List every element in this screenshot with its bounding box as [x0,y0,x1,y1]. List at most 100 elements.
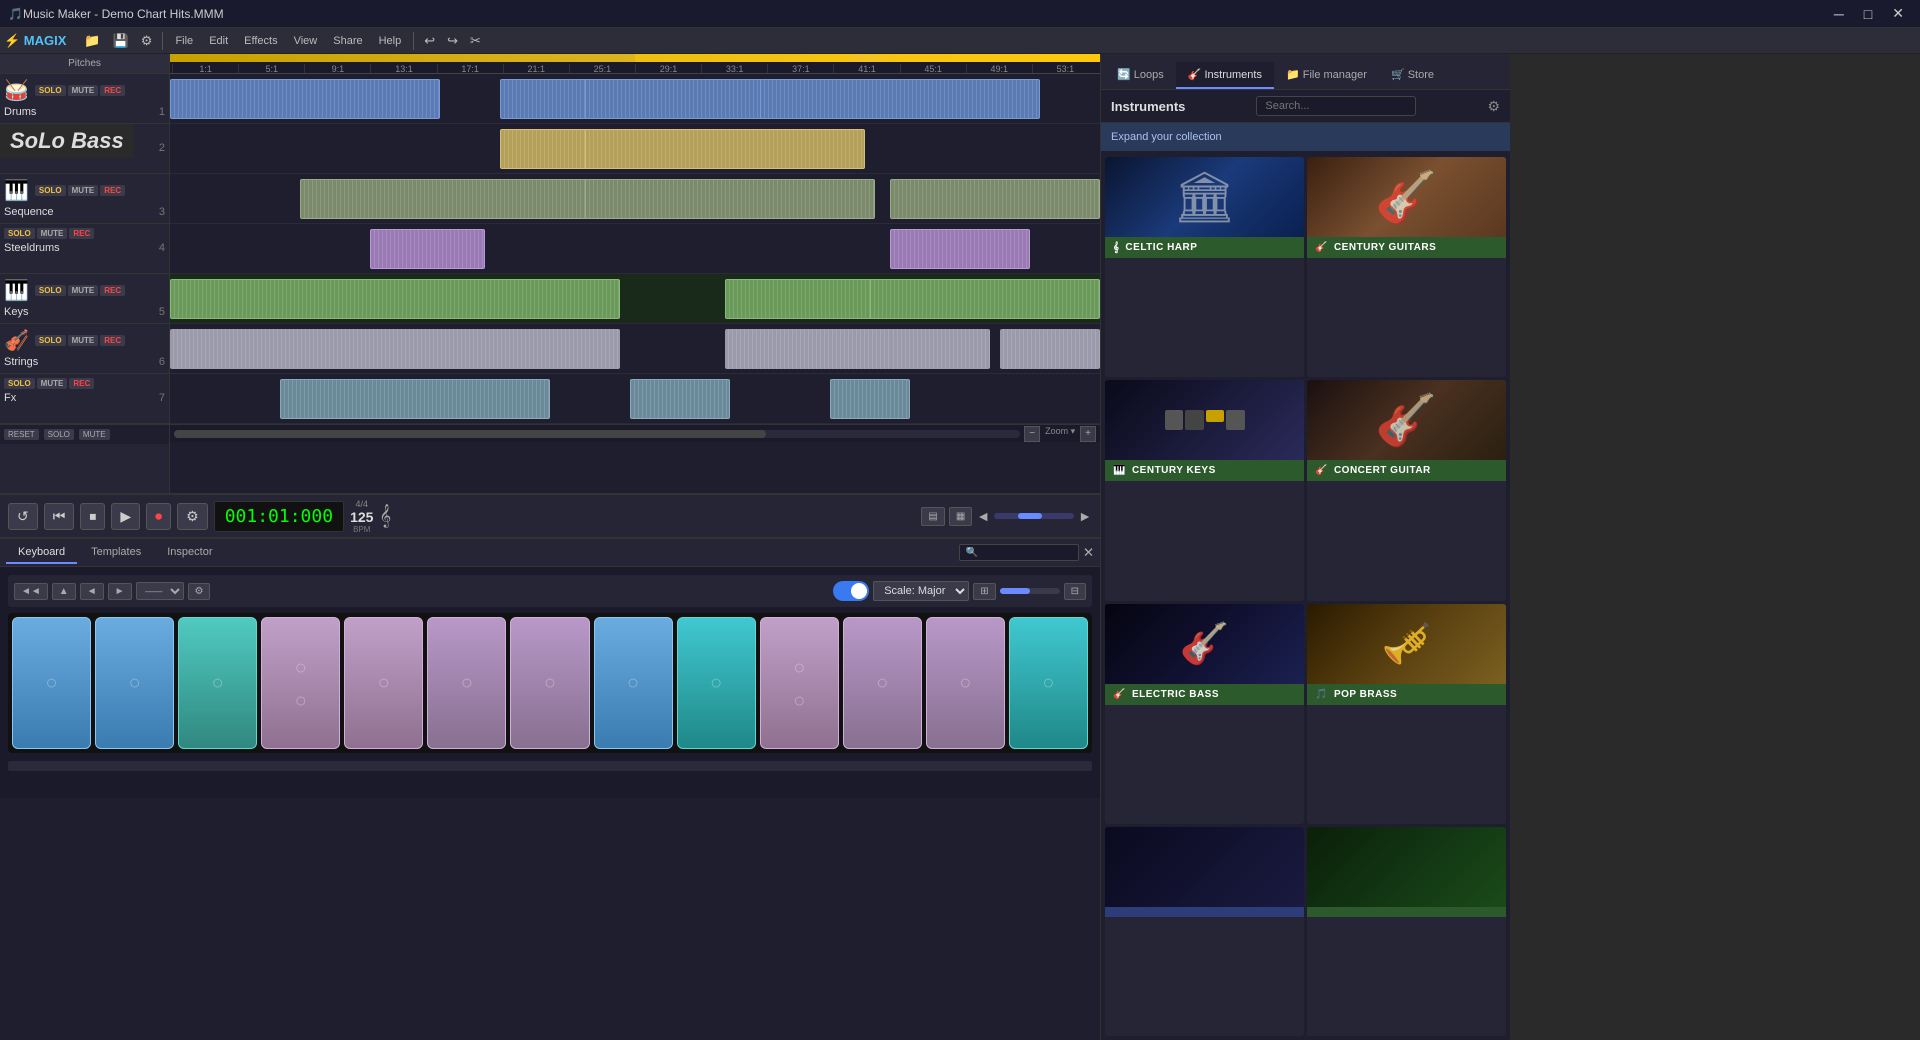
fx-mute-btn[interactable]: MUTE [37,378,68,389]
redo-button[interactable]: ↪ [441,31,464,51]
keyboard-close-btn[interactable]: ✕ [1083,545,1094,561]
tab-keyboard[interactable]: Keyboard [6,542,77,564]
pad-3[interactable] [178,617,257,749]
menu-effects[interactable]: Effects [236,32,285,50]
kb-up[interactable]: ▲ [52,583,76,600]
fx-clip-3[interactable] [830,379,910,419]
pad-13[interactable] [1009,617,1088,749]
search-input[interactable] [1256,96,1416,116]
strings-rec-btn[interactable]: REC [100,335,125,346]
scale-select[interactable]: Scale: Major [873,581,969,601]
seq-solo-btn[interactable]: SOLO [35,185,66,196]
pad-5[interactable] [344,617,423,749]
toolbar-settings[interactable]: ⚙ [135,31,159,51]
settings-btn[interactable]: ⚙ [177,503,208,530]
pad-12[interactable] [926,617,1005,749]
seq-clip-2[interactable] [585,179,875,219]
menu-help[interactable]: Help [371,32,410,50]
keys-rec-btn[interactable]: REC [100,285,125,296]
keyboard-scrollbar[interactable] [8,761,1092,771]
pad-10[interactable] [760,617,839,749]
steel-rec-btn[interactable]: REC [69,228,94,239]
pad-8[interactable] [594,617,673,749]
zoom-in-btn[interactable]: + [1080,426,1096,442]
minimize-button[interactable]: ─ [1826,3,1852,24]
steel-clip-1[interactable] [370,229,485,269]
panel-settings-icon[interactable]: ⚙ [1487,98,1500,115]
vol-fwd-btn[interactable]: ► [1078,508,1092,524]
kb-extra-btn[interactable]: ⊟ [1064,583,1086,600]
pad-2[interactable] [95,617,174,749]
bass-clip-2[interactable] [585,129,865,169]
fx-rec-btn[interactable]: REC [69,378,94,389]
pad-4[interactable] [261,617,340,749]
strings-clip-3[interactable] [890,329,990,369]
pad-11[interactable] [843,617,922,749]
drums-clip-1[interactable] [170,79,440,119]
zoom-out-btn[interactable]: − [1024,426,1040,442]
keys-clip-1[interactable] [170,279,620,319]
horizontal-scrollbar[interactable] [174,430,1020,438]
strings-solo-btn[interactable]: SOLO [35,335,66,346]
global-mute-btn[interactable]: MUTE [79,429,110,440]
close-button[interactable]: ✕ [1884,3,1912,24]
keyboard-search-input[interactable] [959,544,1079,561]
strings-clip-1[interactable] [170,329,620,369]
playback-slider[interactable] [994,513,1074,519]
metronome-btn[interactable]: 𝄞 [379,505,391,528]
vol-back-btn[interactable]: ◄ [976,508,990,524]
tab-templates[interactable]: Templates [79,542,153,564]
menu-view[interactable]: View [286,32,326,50]
keys-solo-btn[interactable]: SOLO [35,285,66,296]
cut-button[interactable]: ✂ [464,31,487,51]
global-solo-btn[interactable]: SOLO [44,429,74,440]
drums-rec-btn[interactable]: REC [100,85,125,96]
mixer-btn[interactable]: ▤ [921,507,944,526]
rewind-btn[interactable]: ⏮ [44,503,75,530]
toolbar-save[interactable]: 💾 [107,31,135,51]
tab-file-manager[interactable]: 📁 File manager [1274,62,1379,89]
keys-clip-3[interactable] [870,279,1100,319]
pad-6[interactable] [427,617,506,749]
kb-volume-slider[interactable] [1000,588,1060,594]
celtic-harp-card[interactable]: 🎵 🏛 𝄞 CELTIC HARP [1105,157,1304,377]
drums-clip-4[interactable] [760,79,1040,119]
tab-instruments[interactable]: 🎸 Instruments [1176,62,1274,89]
keys-mute-btn[interactable]: MUTE [68,285,99,296]
strings-clip-4[interactable] [1000,329,1100,369]
scrollbar-thumb[interactable] [174,430,766,438]
fx-clip-2[interactable] [630,379,730,419]
seq-mute-btn[interactable]: MUTE [68,185,99,196]
loop-toggle-btn[interactable]: ↺ [8,503,38,530]
kb-next[interactable]: ► [108,583,132,600]
electric-bass-card[interactable]: 🎸 🎸 ELECTRIC BASS [1105,604,1304,824]
video-btn[interactable]: ▦ [949,507,972,526]
fx-clip-1[interactable] [280,379,550,419]
seq-rec-btn[interactable]: REC [100,185,125,196]
seq-clip-1[interactable] [300,179,610,219]
pad-7[interactable] [510,617,589,749]
toolbar-open[interactable]: 📁 [78,31,106,51]
century-guitars-card[interactable]: 🎸 🎸 CENTURY GUITARS [1307,157,1506,377]
steel-clip-2[interactable] [890,229,1030,269]
menu-file[interactable]: File [167,32,201,50]
kb-preset-select[interactable]: —— [136,582,184,600]
menu-share[interactable]: Share [325,32,370,50]
tab-inspector[interactable]: Inspector [155,542,224,564]
steel-solo-btn[interactable]: SOLO [4,228,35,239]
stop-btn[interactable]: ⏹ [80,503,105,530]
menu-edit[interactable]: Edit [201,32,236,50]
pad-1[interactable] [12,617,91,749]
century-keys-card[interactable]: 🎹 CENTURY KEYS [1105,380,1304,600]
kb-prev-prev[interactable]: ◄◄ [14,583,48,600]
tab-store[interactable]: 🛒 Store [1379,62,1446,89]
record-btn[interactable]: ⏺ [146,503,171,530]
kb-prev[interactable]: ◄ [80,583,104,600]
mystery-card-2[interactable] [1307,827,1506,1036]
kb-settings[interactable]: ⚙ [188,583,211,600]
fx-solo-btn[interactable]: SOLO [4,378,35,389]
strings-mute-btn[interactable]: MUTE [68,335,99,346]
maximize-button[interactable]: □ [1856,3,1880,24]
drums-mute-btn[interactable]: MUTE [68,85,99,96]
play-btn[interactable]: ▶ [111,503,140,530]
